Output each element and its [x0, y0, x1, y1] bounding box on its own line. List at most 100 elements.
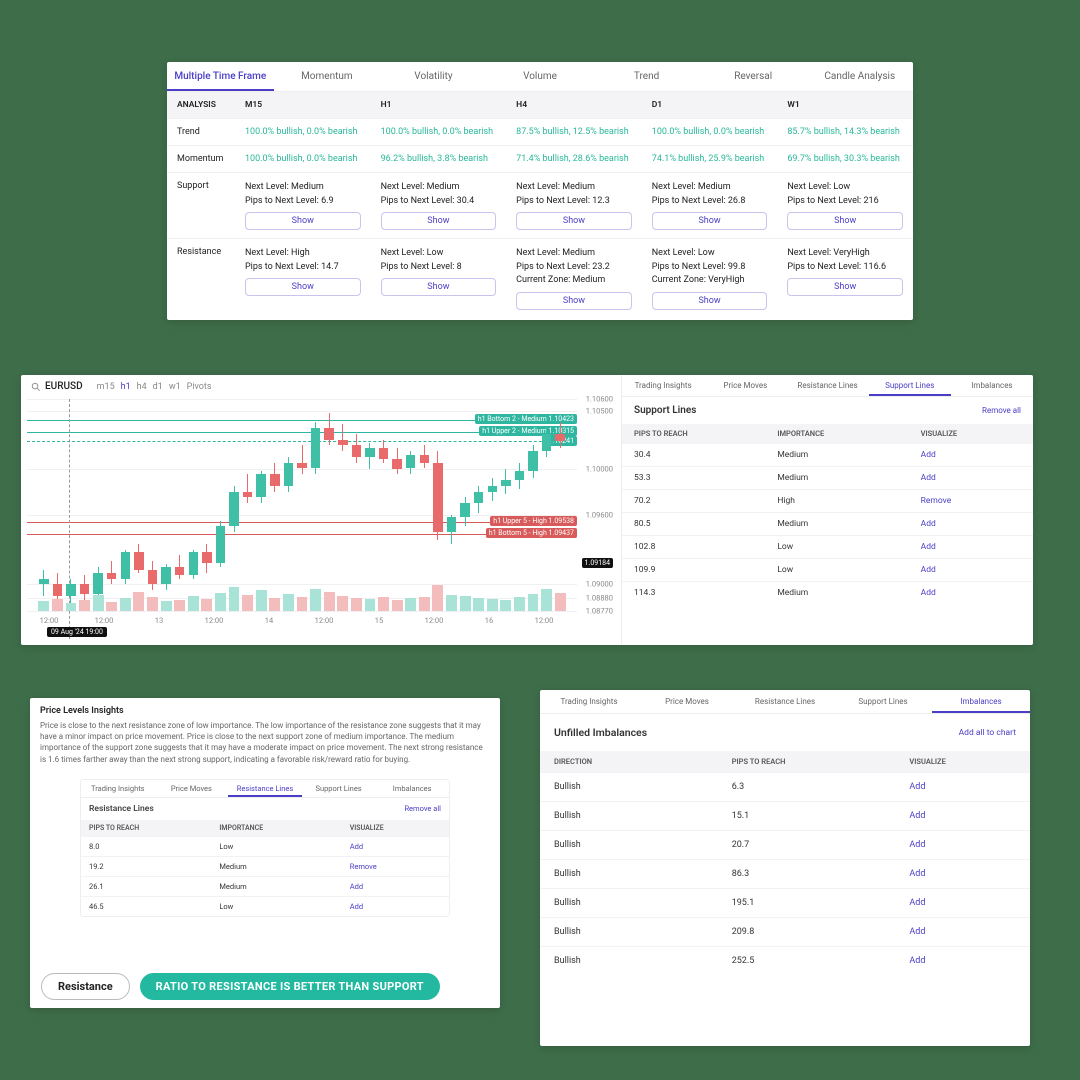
tab-imbalances[interactable]: Imbalances [932, 690, 1030, 713]
add-all-link[interactable]: Add all to chart [959, 728, 1016, 738]
chart-panel: EURUSD m15h1h4d1w1Pivots h1 Upper 2 - Me… [21, 375, 1033, 645]
table-row: 114.3MediumAdd [622, 581, 1033, 604]
remove-all-link[interactable]: Remove all [404, 804, 441, 813]
remove-link[interactable]: Remove [350, 862, 441, 871]
level-line: h1 Bottom 2 - Medium 1.10423 [27, 420, 577, 421]
timeframe-d1[interactable]: d1 [153, 382, 163, 392]
add-link[interactable]: Add [909, 898, 1016, 908]
resistance-pill[interactable]: Resistance [41, 973, 130, 1000]
insights-panel: Price Levels Insights Price is close to … [30, 698, 500, 1008]
tab-volume[interactable]: Volume [487, 62, 594, 91]
tab-momentum[interactable]: Momentum [274, 62, 381, 91]
add-link[interactable]: Add [350, 882, 441, 891]
ratio-pill: RATIO TO RESISTANCE IS BETTER THAN SUPPO… [140, 973, 440, 1000]
tab-trading-insights[interactable]: Trading Insights [540, 690, 638, 713]
tab-imbalances[interactable]: Imbalances [375, 780, 449, 797]
table-row: 109.9LowAdd [622, 558, 1033, 581]
imbalances-panel: Trading InsightsPrice MovesResistance Li… [540, 690, 1030, 1046]
tab-trading-insights[interactable]: Trading Insights [81, 780, 155, 797]
table-row: Momentum100.0% bullish, 0.0% bearish96.2… [167, 146, 913, 173]
add-link[interactable]: Add [921, 588, 1021, 598]
add-link[interactable]: Add [921, 565, 1021, 575]
timeframe-h4[interactable]: h4 [137, 382, 147, 392]
tab-volatility[interactable]: Volatility [380, 62, 487, 91]
show-button[interactable]: Show [652, 292, 768, 310]
mtf-table: ANALYSISM15H1H4D1W1 Trend100.0% bullish,… [167, 92, 913, 318]
show-button[interactable]: Show [787, 278, 903, 296]
tab-price-moves[interactable]: Price Moves [638, 690, 736, 713]
table-row: Bullish252.5Add [540, 946, 1030, 975]
tab-resistance-lines[interactable]: Resistance Lines [736, 690, 834, 713]
support-table-header: PIPS TO REACHIMPORTANCEVISUALIZE [622, 424, 1033, 443]
timeframe-m15[interactable]: m15 [97, 382, 115, 392]
timeframe-Pivots[interactable]: Pivots [187, 382, 212, 392]
side-tabs: Trading InsightsPrice MovesResistance Li… [622, 375, 1033, 397]
caption-bar: Resistance RATIO TO RESISTANCE IS BETTER… [35, 969, 495, 1003]
table-row: ResistanceNext Level: HighPips to Next L… [167, 239, 913, 318]
mtf-panel: Multiple Time FrameMomentumVolatilityVol… [167, 62, 913, 320]
table-row: 70.2HighRemove [622, 489, 1033, 512]
add-link[interactable]: Add [350, 902, 441, 911]
table-row: 26.1MediumAdd [81, 876, 449, 896]
resistance-tabs: Trading InsightsPrice MovesResistance Li… [81, 780, 449, 798]
remove-link[interactable]: Remove [921, 496, 1021, 506]
table-row: Bullish6.3Add [540, 772, 1030, 801]
add-link[interactable]: Add [909, 869, 1016, 879]
table-row: Bullish15.1Add [540, 801, 1030, 830]
remove-all-link[interactable]: Remove all [982, 406, 1021, 415]
add-link[interactable]: Add [909, 811, 1016, 821]
table-row: 30.4MediumAdd [622, 443, 1033, 466]
show-button[interactable]: Show [381, 278, 497, 296]
tab-resistance-lines[interactable]: Resistance Lines [228, 780, 302, 797]
tab-reversal[interactable]: Reversal [700, 62, 807, 91]
insights-title: Price Levels Insights [30, 698, 500, 720]
add-link[interactable]: Add [921, 519, 1021, 529]
chart-area[interactable]: h1 Upper 2 - Medium 1.10315 h1 Bottom 2 -… [27, 399, 615, 639]
tab-multiple-time-frame[interactable]: Multiple Time Frame [167, 62, 274, 91]
level-line: h1 Upper 5 - High 1.09538 [27, 522, 577, 523]
table-row: Bullish86.3Add [540, 859, 1030, 888]
support-heading: Support Lines Remove all [622, 397, 1033, 424]
add-link[interactable]: Add [921, 473, 1021, 483]
search-icon [31, 382, 41, 392]
tab-resistance-lines[interactable]: Resistance Lines [786, 375, 868, 396]
tab-price-moves[interactable]: Price Moves [704, 375, 786, 396]
mtf-tabs: Multiple Time FrameMomentumVolatilityVol… [167, 62, 913, 92]
table-row: Trend100.0% bullish, 0.0% bearish100.0% … [167, 119, 913, 146]
tab-trend[interactable]: Trend [593, 62, 700, 91]
add-link[interactable]: Add [909, 840, 1016, 850]
imbalances-title: Unfilled Imbalances [554, 726, 647, 739]
tab-imbalances[interactable]: Imbalances [951, 375, 1033, 396]
add-link[interactable]: Add [921, 450, 1021, 460]
show-button[interactable]: Show [245, 278, 361, 296]
tab-trading-insights[interactable]: Trading Insights [622, 375, 704, 396]
show-button[interactable]: Show [516, 212, 632, 230]
table-row: 102.8LowAdd [622, 535, 1033, 558]
table-row: Bullish20.7Add [540, 830, 1030, 859]
level-line: h1 Bottom 5 - High 1.09437 [27, 534, 577, 535]
add-link[interactable]: Add [909, 927, 1016, 937]
tab-support-lines[interactable]: Support Lines [302, 780, 376, 797]
tab-candle-analysis[interactable]: Candle Analysis [806, 62, 913, 91]
imbalance-tabs: Trading InsightsPrice MovesResistance Li… [540, 690, 1030, 714]
level-line: h1 Upper 2 - Medium 1.10315 [27, 432, 577, 433]
add-link[interactable]: Add [909, 782, 1016, 792]
add-link[interactable]: Add [909, 956, 1016, 966]
insights-body: Price is close to the next resistance zo… [30, 720, 500, 773]
imbalance-table-header: DIRECTIONPIPS TO REACHVISUALIZE [540, 751, 1030, 772]
show-button[interactable]: Show [516, 292, 632, 310]
tab-price-moves[interactable]: Price Moves [155, 780, 229, 797]
table-row: 80.5MediumAdd [622, 512, 1033, 535]
tab-support-lines[interactable]: Support Lines [834, 690, 932, 713]
tab-support-lines[interactable]: Support Lines [869, 375, 951, 396]
show-button[interactable]: Show [787, 212, 903, 230]
resistance-card: Trading InsightsPrice MovesResistance Li… [80, 779, 450, 917]
timeframe-w1[interactable]: w1 [169, 382, 181, 392]
add-link[interactable]: Add [921, 542, 1021, 552]
add-link[interactable]: Add [350, 842, 441, 851]
timeframe-h1[interactable]: h1 [121, 382, 131, 392]
show-button[interactable]: Show [245, 212, 361, 230]
table-row: Bullish195.1Add [540, 888, 1030, 917]
show-button[interactable]: Show [381, 212, 497, 230]
show-button[interactable]: Show [652, 212, 768, 230]
